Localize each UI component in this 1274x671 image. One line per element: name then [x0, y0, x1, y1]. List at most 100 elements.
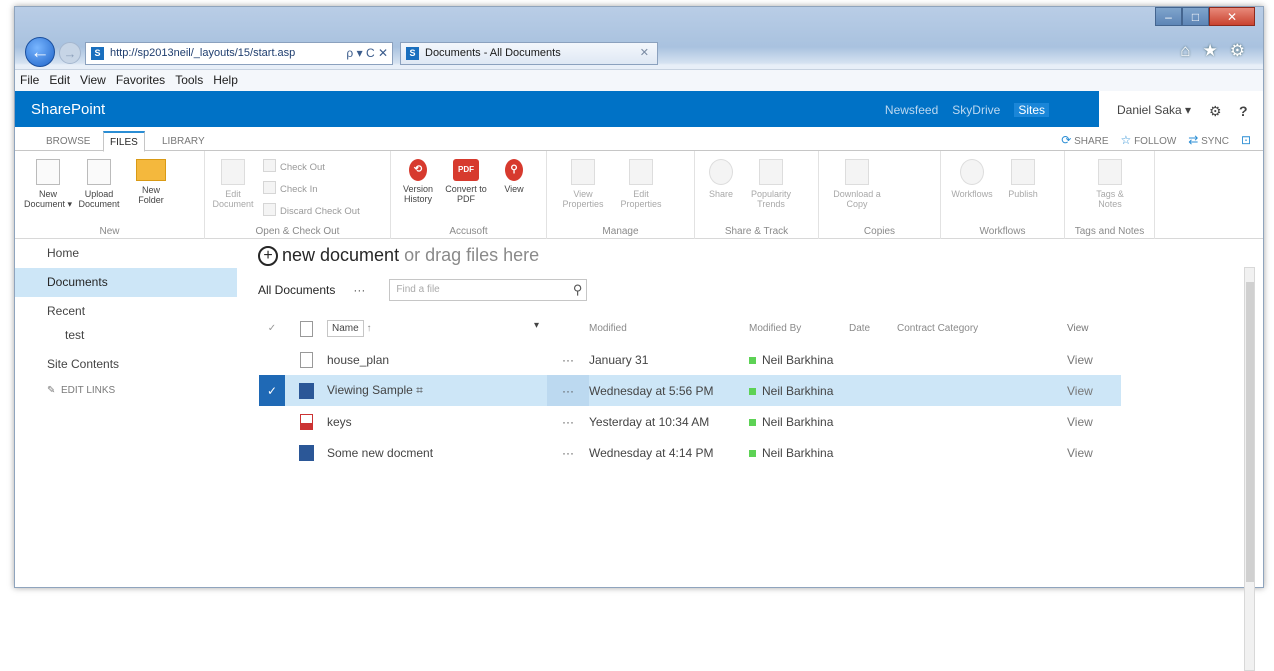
row-name[interactable]: keys — [327, 406, 547, 437]
row-view-link[interactable]: View — [1067, 437, 1121, 468]
convert-pdf-button[interactable]: PDF Convert to PDF — [441, 159, 491, 204]
new-folder-button[interactable]: New Folder — [131, 159, 171, 205]
edit-links-button[interactable]: ✎ EDIT LINKS — [15, 385, 237, 396]
date-column-header[interactable]: Date — [849, 313, 897, 344]
select-all-checkbox[interactable]: ✓ — [259, 313, 285, 344]
tags-notes-button[interactable]: Tags & Notes — [1089, 159, 1131, 209]
menu-edit[interactable]: Edit — [44, 70, 75, 91]
row-checkbox[interactable] — [259, 406, 285, 437]
row-modified-by[interactable]: Neil Barkhina — [749, 344, 849, 375]
modified-column-header[interactable]: Modified — [589, 313, 749, 344]
group-workflows-label: Workflows — [979, 226, 1026, 237]
nav-recent[interactable]: Recent — [15, 297, 237, 326]
edit-document-button[interactable]: Edit Document — [211, 159, 255, 209]
popularity-trends-button[interactable]: Popularity Trends — [745, 159, 797, 209]
search-icon[interactable]: ⚲ — [573, 280, 583, 300]
view-all-documents[interactable]: All Documents — [258, 283, 335, 297]
row-modified-by[interactable]: Neil Barkhina — [749, 406, 849, 437]
row-modified-by[interactable]: Neil Barkhina — [749, 437, 849, 468]
help-icon[interactable]: ? — [1239, 103, 1248, 119]
row-checkbox[interactable]: ✓ — [259, 375, 285, 406]
download-copy-button[interactable]: Download a Copy — [831, 159, 883, 209]
nav-test[interactable]: test — [15, 326, 237, 350]
nav-site-contents[interactable]: Site Contents — [15, 350, 237, 379]
row-name[interactable]: Some new docment — [327, 437, 547, 468]
row-name[interactable]: Viewing Sample ⌗ — [327, 375, 547, 406]
sharepoint-brand[interactable]: SharePoint — [31, 101, 105, 118]
new-document-link[interactable]: + new document or drag files here — [258, 245, 539, 266]
row-modified: Wednesday at 4:14 PM — [589, 445, 714, 460]
back-button[interactable]: ← — [25, 37, 55, 67]
name-column-header[interactable]: Name ↑ ▾ — [327, 313, 547, 344]
nav-home[interactable]: Home — [15, 239, 237, 268]
menu-help[interactable]: Help — [208, 70, 243, 91]
row-more-button[interactable]: ··· — [547, 406, 589, 437]
row-checkbox[interactable] — [259, 344, 285, 375]
column-dropdown-icon[interactable]: ▾ — [534, 320, 539, 331]
suite-link-newsfeed[interactable]: Newsfeed — [885, 103, 938, 117]
address-tools[interactable]: ρ ▾ C ✕ — [346, 43, 388, 64]
share-button[interactable]: ⟳ SHARE — [1061, 133, 1108, 147]
settings-gear-icon[interactable]: ⚙ — [1230, 41, 1245, 61]
group-copies-label: Copies — [863, 226, 896, 237]
home-icon[interactable]: ⌂ — [1180, 41, 1190, 61]
menu-view[interactable]: View — [75, 70, 111, 91]
workflows-button[interactable]: Workflows — [947, 159, 997, 199]
browser-window: – □ ✕ ← → S http://sp2013neil/_layouts/1… — [14, 6, 1264, 671]
suite-link-skydrive[interactable]: SkyDrive — [952, 103, 1000, 117]
check-out-button[interactable]: Check Out — [263, 159, 325, 173]
version-history-button[interactable]: ⟲ Version History — [399, 159, 437, 204]
discard-checkout-button[interactable]: Discard Check Out — [263, 203, 360, 217]
accusoft-view-button[interactable]: ⚲ View — [499, 159, 529, 194]
row-name[interactable]: house_plan — [327, 344, 547, 375]
tab-close-icon[interactable]: ✕ — [640, 43, 649, 64]
view-more-button[interactable]: ··· — [353, 283, 365, 297]
view-column-header[interactable]: View — [1067, 313, 1121, 344]
row-more-button[interactable]: ··· — [547, 437, 589, 468]
row-checkbox[interactable] — [259, 437, 285, 468]
address-bar[interactable]: S http://sp2013neil/_layouts/15/start.as… — [85, 42, 393, 65]
row-more-button[interactable]: ··· — [547, 375, 589, 406]
user-menu[interactable]: Daniel Saka ▾ — [1117, 103, 1191, 117]
category-column-header[interactable]: Contract Category — [897, 313, 1067, 344]
vertical-scrollbar[interactable] — [1244, 267, 1255, 671]
table-row[interactable]: Some new docment ··· Wednesday at 4:14 P… — [259, 437, 1121, 468]
table-row[interactable]: house_plan ··· January 31 Neil Barkhina … — [259, 344, 1121, 375]
focus-content-icon[interactable]: ⊡ — [1241, 133, 1251, 147]
find-file-input[interactable]: Find a file ⚲ — [389, 279, 588, 301]
table-row[interactable]: keys ··· Yesterday at 10:34 AM Neil Bark… — [259, 406, 1121, 437]
favorites-star-icon[interactable]: ★ — [1203, 41, 1218, 61]
menu-file[interactable]: File — [15, 70, 44, 91]
modified-by-column-header[interactable]: Modified By — [749, 313, 849, 344]
tab-browse[interactable]: BROWSE — [39, 131, 97, 152]
tab-library[interactable]: LIBRARY — [155, 131, 212, 152]
follow-button[interactable]: ☆ FOLLOW — [1121, 133, 1177, 147]
browser-tab[interactable]: S Documents - All Documents ✕ — [400, 42, 658, 65]
share-doc-button[interactable]: Share — [703, 159, 739, 199]
row-more-button[interactable]: ··· — [547, 344, 589, 375]
forward-button[interactable]: → — [59, 42, 81, 64]
close-window-button[interactable]: ✕ — [1209, 7, 1255, 26]
tab-files[interactable]: FILES — [103, 131, 145, 152]
nav-documents[interactable]: Documents — [15, 268, 237, 297]
new-document-button[interactable]: New Document ▾ — [23, 159, 73, 209]
minimize-button[interactable]: – — [1155, 7, 1182, 26]
menu-tools[interactable]: Tools — [170, 70, 208, 91]
row-view-link[interactable]: View — [1067, 375, 1121, 406]
row-modified-by-name: Neil Barkhina — [762, 352, 834, 367]
sync-button[interactable]: ⇄ SYNC — [1188, 133, 1229, 147]
row-view-link[interactable]: View — [1067, 406, 1121, 437]
scrollbar-thumb[interactable] — [1246, 282, 1254, 582]
view-properties-button[interactable]: View Properties — [555, 159, 611, 209]
row-modified-by[interactable]: Neil Barkhina — [749, 375, 849, 406]
suite-link-sites[interactable]: Sites — [1014, 103, 1049, 117]
upload-document-button[interactable]: Upload Document — [75, 159, 123, 209]
publish-button[interactable]: Publish — [1003, 159, 1043, 199]
edit-properties-button[interactable]: Edit Properties — [615, 159, 667, 209]
check-in-button[interactable]: Check In — [263, 181, 318, 195]
row-view-link[interactable]: View — [1067, 344, 1121, 375]
menu-favorites[interactable]: Favorites — [111, 70, 170, 91]
table-row[interactable]: ✓ Viewing Sample ⌗ ··· Wednesday at 5:56… — [259, 375, 1121, 406]
maximize-button[interactable]: □ — [1182, 7, 1209, 26]
settings-gear-icon[interactable]: ⚙ — [1209, 103, 1222, 120]
